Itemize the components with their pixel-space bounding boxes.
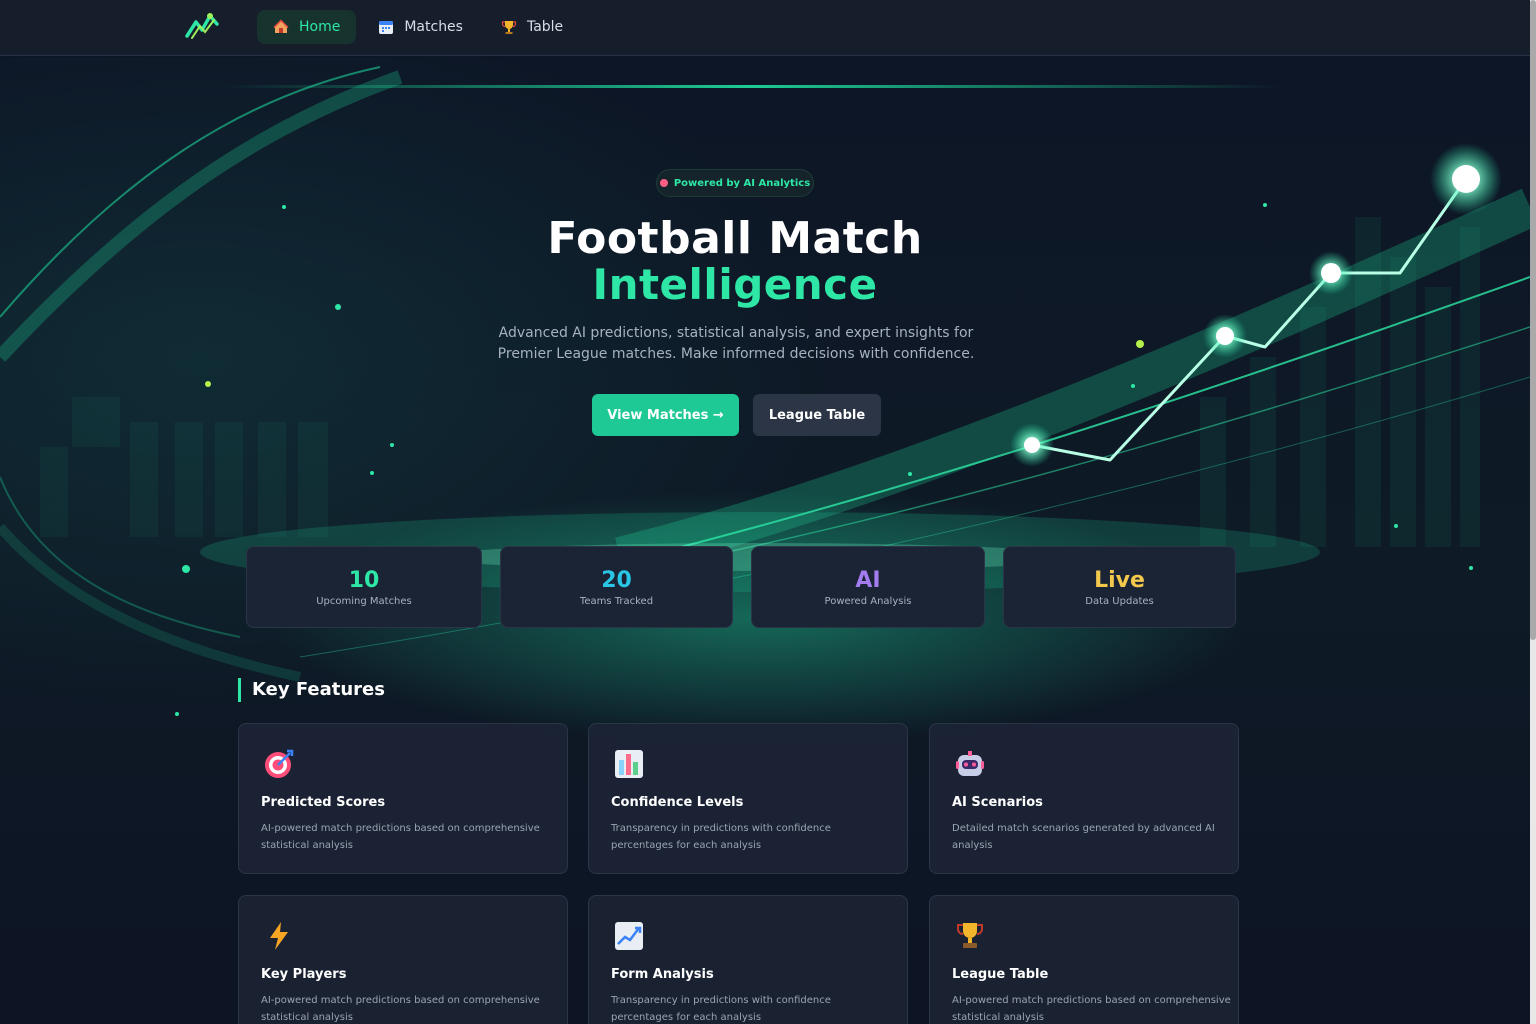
nav-label-home: Home — [299, 19, 341, 35]
card-description: AI-powered match predictions based on co… — [952, 995, 1231, 1023]
card-title: Predicted Scores — [261, 795, 386, 810]
stat-card-powered-analysis: AI Powered Analysis — [751, 546, 985, 628]
ai-powered-badge: Powered by AI Analytics — [656, 169, 814, 197]
key-features-heading: Key Features — [238, 678, 385, 702]
card-description: Transparency in predictions with confide… — [611, 995, 831, 1023]
stat-value: Live — [1094, 567, 1145, 593]
feature-card-predicted-scores[interactable]: Predicted Scores AI-powered match predic… — [238, 723, 568, 874]
card-title: Confidence Levels — [611, 795, 744, 810]
badge-text: Powered by AI Analytics — [673, 177, 811, 189]
stat-label: Powered Analysis — [824, 595, 912, 607]
trend-chart-icon — [615, 922, 643, 950]
feature-card-league-table[interactable]: League Table AI-powered match prediction… — [929, 895, 1239, 1024]
trophy-icon — [501, 21, 517, 34]
nav-item-table[interactable]: Table — [485, 10, 579, 44]
card-description: AI-powered match predictions based on co… — [261, 995, 540, 1023]
nav-item-matches[interactable]: Matches — [362, 10, 479, 44]
card-description: Transparency in predictions with confide… — [611, 823, 831, 851]
house-icon — [273, 19, 289, 33]
stat-value: AI — [855, 567, 881, 593]
hero-background-graphic — [0, 66, 1530, 716]
nav-menu: Home Matches Table — [257, 10, 579, 44]
card-title: Key Players — [261, 967, 347, 982]
card-title: AI Scenarios — [952, 795, 1043, 810]
feature-card-confidence-levels[interactable]: Confidence Levels Transparency in predic… — [588, 723, 908, 874]
nav-label-matches: Matches — [404, 19, 463, 35]
trophy-icon — [957, 923, 983, 948]
chart-logo-icon[interactable] — [184, 10, 222, 42]
card-description: AI-powered match predictions based on co… — [261, 823, 540, 851]
feature-card-key-players[interactable]: Key Players AI-powered match predictions… — [238, 895, 568, 1024]
bar-chart-icon — [615, 750, 643, 778]
robot-icon — [956, 751, 984, 776]
nav-item-home[interactable]: Home — [257, 10, 357, 44]
stat-card-data-updates: Live Data Updates — [1003, 546, 1236, 628]
league-table-button[interactable]: League Table — [753, 394, 881, 436]
stat-value: 20 — [601, 567, 632, 593]
hero-title-line1: Football Match — [547, 213, 923, 264]
view-matches-button[interactable]: View Matches → — [592, 394, 739, 436]
page-scrollbar[interactable] — [1530, 0, 1536, 1024]
nav-label-table: Table — [526, 19, 564, 35]
feature-card-form-analysis[interactable]: Form Analysis Transparency in prediction… — [588, 895, 908, 1024]
lightning-icon — [270, 922, 288, 950]
stat-value: 10 — [348, 567, 380, 593]
feature-card-ai-scenarios[interactable]: AI Scenarios Detailed match scenarios ge… — [929, 723, 1239, 874]
stat-label: Teams Tracked — [579, 595, 654, 607]
card-title: Form Analysis — [611, 967, 714, 982]
card-title: League Table — [952, 967, 1049, 982]
scrollbar-thumb[interactable] — [1530, 0, 1536, 640]
target-icon — [265, 749, 294, 778]
stat-label: Data Updates — [1085, 595, 1154, 607]
hero-title-line2: Intelligence — [592, 260, 878, 309]
stat-card-teams-tracked: 20 Teams Tracked — [500, 546, 733, 628]
hero-subtitle: Advanced AI predictions, statistical ana… — [497, 325, 975, 362]
card-description: Detailed match scenarios generated by ad… — [952, 823, 1215, 851]
top-navigation: Home Matches Table — [0, 0, 1530, 56]
brain-icon — [659, 179, 668, 187]
calendar-icon — [379, 21, 394, 34]
stat-label: Upcoming Matches — [316, 595, 412, 607]
stat-card-upcoming-matches: 10 Upcoming Matches — [246, 546, 482, 628]
hero-section: Powered by AI Analytics Football Match I… — [0, 57, 1530, 1024]
